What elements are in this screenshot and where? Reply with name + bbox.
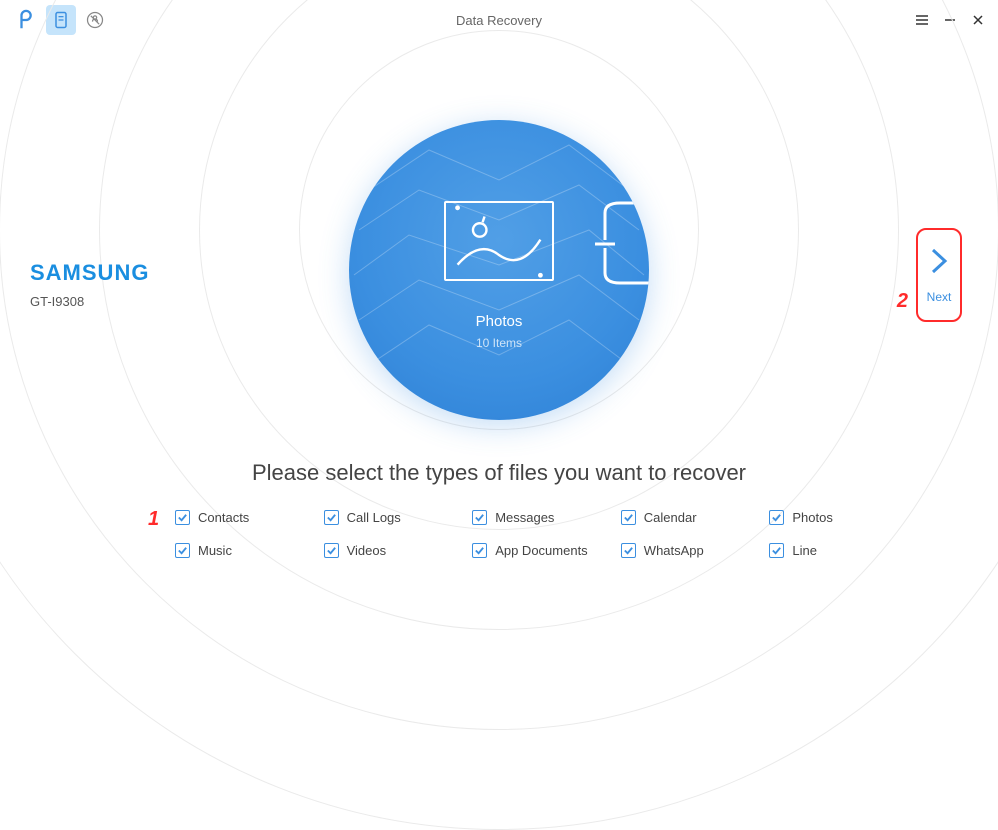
checkbox-label: WhatsApp bbox=[644, 543, 704, 558]
checkbox-label: Call Logs bbox=[347, 510, 401, 525]
close-icon[interactable] bbox=[970, 12, 986, 28]
backup-tab-icon[interactable] bbox=[80, 5, 110, 35]
checkbox-photos[interactable]: Photos bbox=[769, 510, 918, 525]
checkbox-videos[interactable]: Videos bbox=[324, 543, 473, 558]
checkbox-box[interactable] bbox=[175, 543, 190, 558]
checkbox-music[interactable]: Music bbox=[175, 543, 324, 558]
device-model-label: GT-I9308 bbox=[30, 294, 149, 309]
checkbox-box[interactable] bbox=[472, 543, 487, 558]
checkbox-label: Calendar bbox=[644, 510, 697, 525]
checkbox-box[interactable] bbox=[769, 543, 784, 558]
checkbox-label: Music bbox=[198, 543, 232, 558]
checkbox-line[interactable]: Line bbox=[769, 543, 918, 558]
checkbox-box[interactable] bbox=[621, 510, 636, 525]
checkbox-box[interactable] bbox=[472, 510, 487, 525]
checkbox-calendar[interactable]: Calendar bbox=[621, 510, 770, 525]
header-bar: Data Recovery bbox=[0, 0, 998, 40]
next-button[interactable]: Next bbox=[916, 228, 962, 322]
checkbox-box[interactable] bbox=[324, 543, 339, 558]
next-button-label: Next bbox=[927, 290, 952, 304]
checkbox-whatsapp[interactable]: WhatsApp bbox=[621, 543, 770, 558]
annotation-step-1: 1 bbox=[148, 508, 159, 531]
device-info: SAMSUNG GT-I9308 bbox=[30, 260, 149, 309]
annotation-step-2: 2 bbox=[897, 290, 908, 313]
checkbox-label: Photos bbox=[792, 510, 832, 525]
checkbox-app-documents[interactable]: App Documents bbox=[472, 543, 621, 558]
data-recovery-tab-icon[interactable] bbox=[46, 5, 76, 35]
device-brand-label: SAMSUNG bbox=[30, 260, 149, 286]
checkbox-messages[interactable]: Messages bbox=[472, 510, 621, 525]
checkbox-label: Messages bbox=[495, 510, 554, 525]
checkbox-box[interactable] bbox=[175, 510, 190, 525]
checkbox-label: Contacts bbox=[198, 510, 249, 525]
category-preview-circle[interactable]: Photos 10 Items bbox=[349, 120, 649, 420]
minimize-icon[interactable] bbox=[942, 12, 958, 28]
checkbox-contacts[interactable]: Contacts bbox=[175, 510, 324, 525]
checkbox-call-logs[interactable]: Call Logs bbox=[324, 510, 473, 525]
checkbox-label: Videos bbox=[347, 543, 387, 558]
next-category-peek-icon bbox=[595, 198, 649, 288]
app-logo-icon[interactable] bbox=[12, 5, 42, 35]
window-title: Data Recovery bbox=[456, 13, 542, 28]
menu-icon[interactable] bbox=[914, 12, 930, 28]
instruction-text: Please select the types of files you wan… bbox=[252, 460, 746, 486]
chevron-right-icon bbox=[927, 246, 951, 276]
checkbox-box[interactable] bbox=[769, 510, 784, 525]
checkbox-box[interactable] bbox=[324, 510, 339, 525]
checkbox-label: Line bbox=[792, 543, 817, 558]
checkbox-label: App Documents bbox=[495, 543, 588, 558]
file-type-checkbox-grid: Contacts Call Logs Messages Calendar Photos M… bbox=[175, 510, 918, 558]
checkbox-box[interactable] bbox=[621, 543, 636, 558]
photos-icon bbox=[444, 201, 554, 281]
